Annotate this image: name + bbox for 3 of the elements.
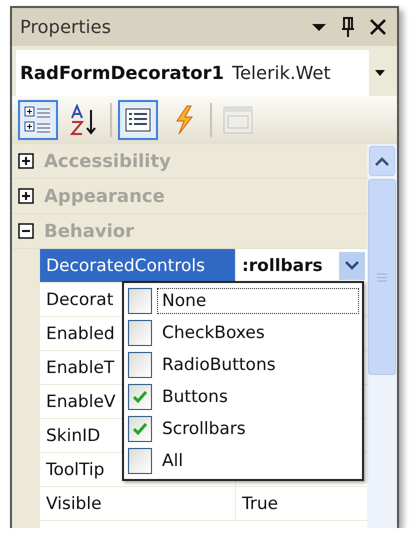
object-type: Telerik.Wet xyxy=(232,62,332,84)
window-title: Properties xyxy=(20,16,112,38)
object-name: RadFormDecorator1 xyxy=(20,62,224,84)
